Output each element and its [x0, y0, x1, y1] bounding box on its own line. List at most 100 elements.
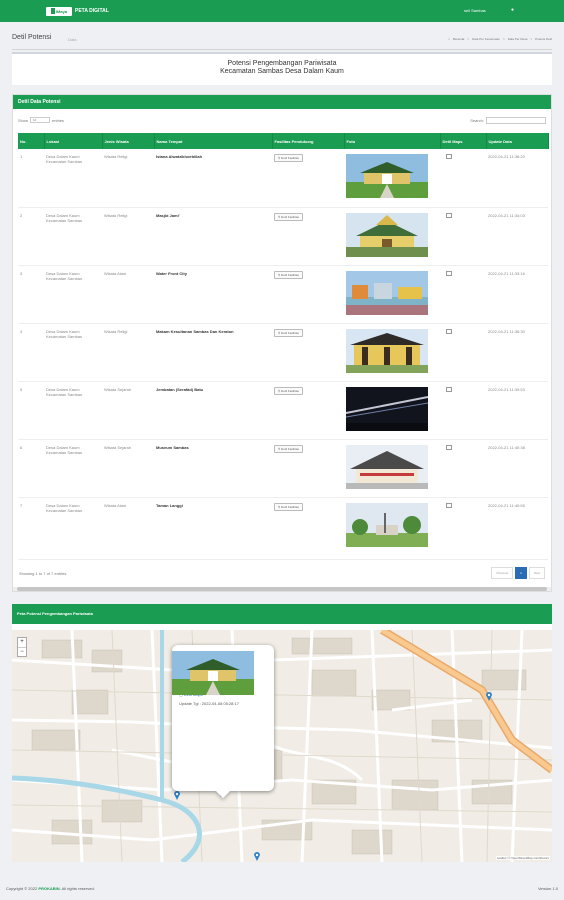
detail-facility-button[interactable]: ⚲ Detil Fasilitas	[274, 444, 303, 453]
map-attribution[interactable]: Leaflet | © OpenStreetMap contributors	[495, 856, 550, 860]
cell-update: 2022-04-21 11:40:55	[486, 497, 548, 560]
map-marker-icon[interactable]	[174, 791, 180, 800]
cell-jenis: Wisata Religi	[102, 149, 154, 208]
horizontal-scrollbar[interactable]	[13, 587, 551, 591]
cell-update: 2022-04-21 11:36:20	[486, 149, 548, 208]
breadcrumb: ⌂ Beranda > Data Per Kecamatan > Data Per …	[448, 37, 552, 41]
popup-update: Update Tgl : 2022-04-08 05:28:17	[179, 701, 239, 706]
place-photo[interactable]	[346, 328, 428, 373]
detail-facility-button[interactable]: ⚲ Detil Fasilitas	[274, 212, 303, 221]
map-title: Peta Potensi Pengembangan Pariwisata	[12, 604, 552, 624]
col-nama[interactable]: Nama Tempat	[154, 133, 273, 149]
table-search: Search:	[470, 117, 546, 124]
table-row: 5 Desa Dalam Kaum Kecamatan Sambas Wisata …	[18, 381, 548, 440]
detail-facility-button[interactable]: ⚲ Detil Fasilitas	[274, 386, 303, 395]
cell-no: 6	[18, 439, 44, 498]
place-photo[interactable]	[346, 502, 428, 547]
breadcrumb-desa[interactable]: Data Per Desa	[508, 37, 528, 41]
cell-lokasi: Desa Dalam Kaum Kecamatan Sambas	[44, 149, 102, 208]
cell-maps	[440, 207, 486, 266]
cell-nama: Jembatan (Serafàd) Batu	[154, 381, 272, 440]
detail-facility-button[interactable]: ⚲ Detil Fasilitas	[274, 328, 303, 337]
zoom-in-button[interactable]: +	[18, 638, 26, 647]
potential-heading: Potensi Pengembangan Pariwisata Kecamata…	[12, 52, 552, 85]
leaflet-map[interactable]: + − Kecamatan Sambas Desa Dalam Kaum Jen…	[12, 630, 552, 862]
search-label: Search:	[470, 118, 484, 123]
cell-no: 3	[18, 265, 44, 324]
col-jenis[interactable]: Jenis Wisata	[102, 133, 155, 149]
copyright-rights: All rights reserved.	[61, 886, 95, 891]
detail-facility-button[interactable]: ⚲ Detil Fasilitas	[274, 502, 303, 511]
bell-icon[interactable]: ●	[511, 7, 514, 13]
cell-nama: Istana Alwatzikhoebillah	[154, 149, 272, 208]
cell-maps	[440, 265, 486, 324]
cell-lokasi: Desa Dalam Kaum Kecamatan Sambas	[44, 439, 102, 498]
panel-title: Detil Data Potensi	[13, 95, 551, 109]
cell-foto	[344, 381, 440, 440]
map-detail-icon[interactable]	[446, 386, 452, 392]
home-icon: ⌂	[448, 37, 450, 41]
place-photo[interactable]	[346, 154, 428, 198]
table-row: 4 Desa Dalam Kaum Kecamatan Sambas Wisata …	[18, 323, 548, 382]
detail-facility-button[interactable]: ⚲ Detil Fasilitas	[274, 154, 303, 162]
breadcrumb-current: Potensi Detil	[535, 37, 552, 41]
show-label: Show	[18, 117, 29, 123]
copyright-prefix: Copyright © 2022	[6, 886, 38, 891]
breadcrumb-kecamatan[interactable]: Data Per Kecamatan	[472, 37, 500, 41]
cell-jenis: Wisata Religi	[102, 323, 154, 382]
user-menu[interactable]: sell Sambas	[464, 8, 486, 13]
map-marker-icon[interactable]	[486, 692, 492, 701]
cell-no: 7	[18, 497, 44, 560]
detail-facility-button[interactable]: ⚲ Detil Fasilitas	[274, 270, 303, 279]
footer-org-link[interactable]: PROKABIN.	[38, 886, 60, 891]
map-tiles	[12, 630, 552, 862]
place-photo[interactable]	[346, 212, 428, 257]
col-no[interactable]: No.	[18, 133, 45, 149]
heading-line-1: Potensi Pengembangan Pariwisata	[227, 60, 337, 67]
map-detail-icon[interactable]	[446, 502, 452, 508]
cell-maps	[440, 323, 486, 382]
col-lokasi[interactable]: Lokasi	[44, 133, 103, 149]
cell-update: 2022-04-21 11:36:30	[486, 323, 548, 382]
col-update[interactable]: Update Data	[486, 133, 549, 149]
map-detail-icon[interactable]	[446, 444, 452, 450]
col-maps[interactable]: Detil Maps	[440, 133, 487, 149]
place-photo[interactable]	[346, 444, 428, 489]
place-photo[interactable]	[346, 386, 428, 431]
map-detail-icon[interactable]	[446, 328, 452, 334]
zoom-out-button[interactable]: −	[18, 647, 26, 656]
page-title: Detil Potensi	[12, 34, 52, 41]
cell-fasilitas: ⚲ Detil Fasilitas	[272, 207, 344, 266]
previous-button[interactable]: Previous	[491, 567, 514, 579]
page-header: Detil Potensi Data ⌂ Beranda > Data Per K…	[12, 34, 552, 48]
heading-line-2: Kecamatan Sambas Desa Dalam Kaum	[220, 68, 344, 75]
popup-photo	[172, 651, 254, 695]
table-row: 2 Desa Dalam Kaum Kecamatan Sambas Wisata …	[18, 207, 548, 266]
cell-fasilitas: ⚲ Detil Fasilitas	[272, 149, 344, 208]
map-detail-icon[interactable]	[446, 212, 452, 218]
col-foto[interactable]: Foto	[344, 133, 441, 149]
place-photo[interactable]	[346, 270, 428, 315]
page-1-button[interactable]: 1	[515, 567, 527, 579]
entries-select[interactable]: 10	[30, 117, 51, 123]
cell-update: 2022-04-21 11:40:38	[486, 439, 548, 498]
next-button[interactable]: Next	[528, 567, 545, 579]
pagination: Previous 1 Next	[491, 567, 545, 579]
map-detail-icon[interactable]	[446, 154, 452, 159]
entries-length: Show 10 entries	[18, 117, 64, 123]
cell-jenis: Wisata Alam	[102, 497, 154, 560]
table-row: 1 Desa Dalam Kaum Kecamatan Sambas Wisata …	[18, 149, 548, 208]
cell-update: 2022-04-21 11:34:03	[486, 207, 548, 266]
breadcrumb-home[interactable]: Beranda	[453, 37, 464, 41]
table-row: 6 Desa Dalam Kaum Kecamatan Sambas Wisata …	[18, 439, 548, 498]
brand[interactable]: IMaya PETA DIGITAL	[46, 6, 109, 16]
search-input[interactable]	[486, 117, 546, 124]
map-marker-icon[interactable]	[254, 852, 260, 861]
cell-nama: Makam Kesultanan Sambas Dan Keraton	[154, 323, 272, 382]
cell-no: 2	[18, 207, 44, 266]
cell-lokasi: Desa Dalam Kaum Kecamatan Sambas	[44, 265, 102, 324]
cell-fasilitas: ⚲ Detil Fasilitas	[272, 265, 344, 324]
map-detail-icon[interactable]	[446, 270, 452, 276]
cell-nama: Masjid Jami'	[154, 207, 272, 266]
col-fasilitas[interactable]: Fasilitas Pendukung	[272, 133, 345, 149]
